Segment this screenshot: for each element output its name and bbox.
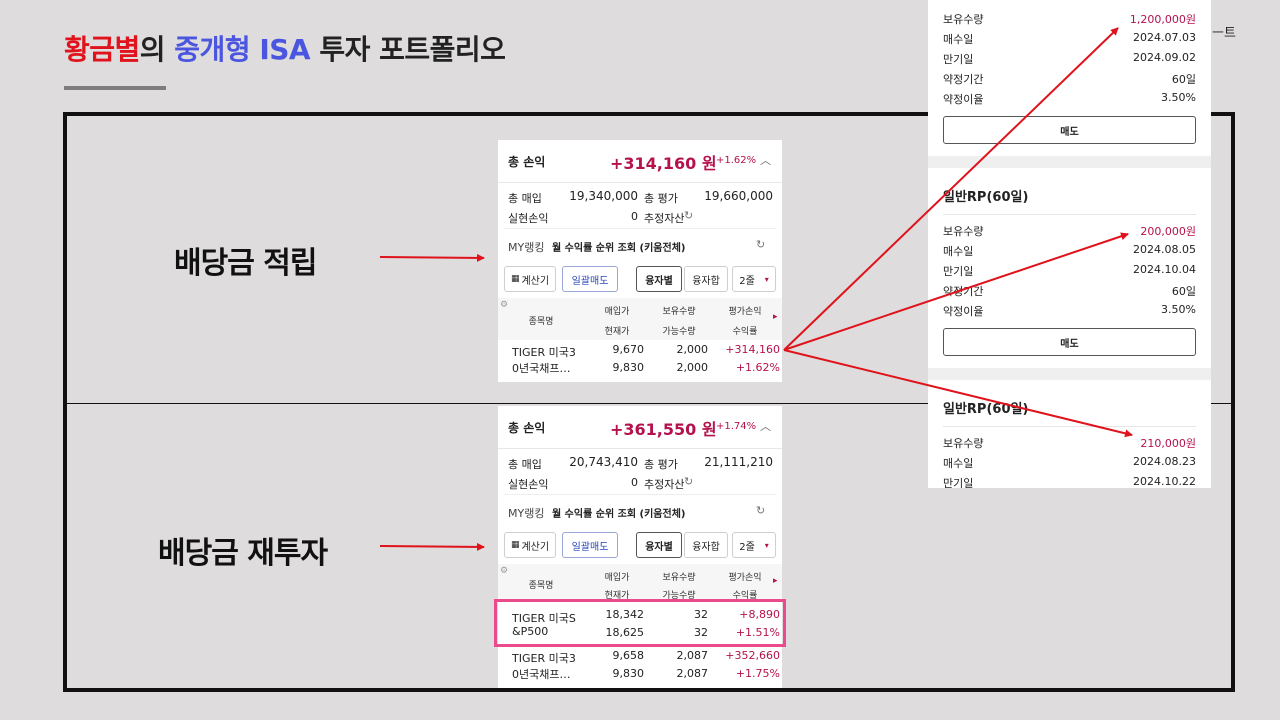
arrow-to-rp2 [783, 232, 1129, 351]
arrow-to-rp3 [783, 349, 1133, 438]
arrow-to-reinvest [379, 542, 485, 551]
arrow-to-rp1 [783, 27, 1119, 351]
arrows-overlay [379, 27, 1133, 551]
arrow-to-accumulate [379, 253, 485, 262]
